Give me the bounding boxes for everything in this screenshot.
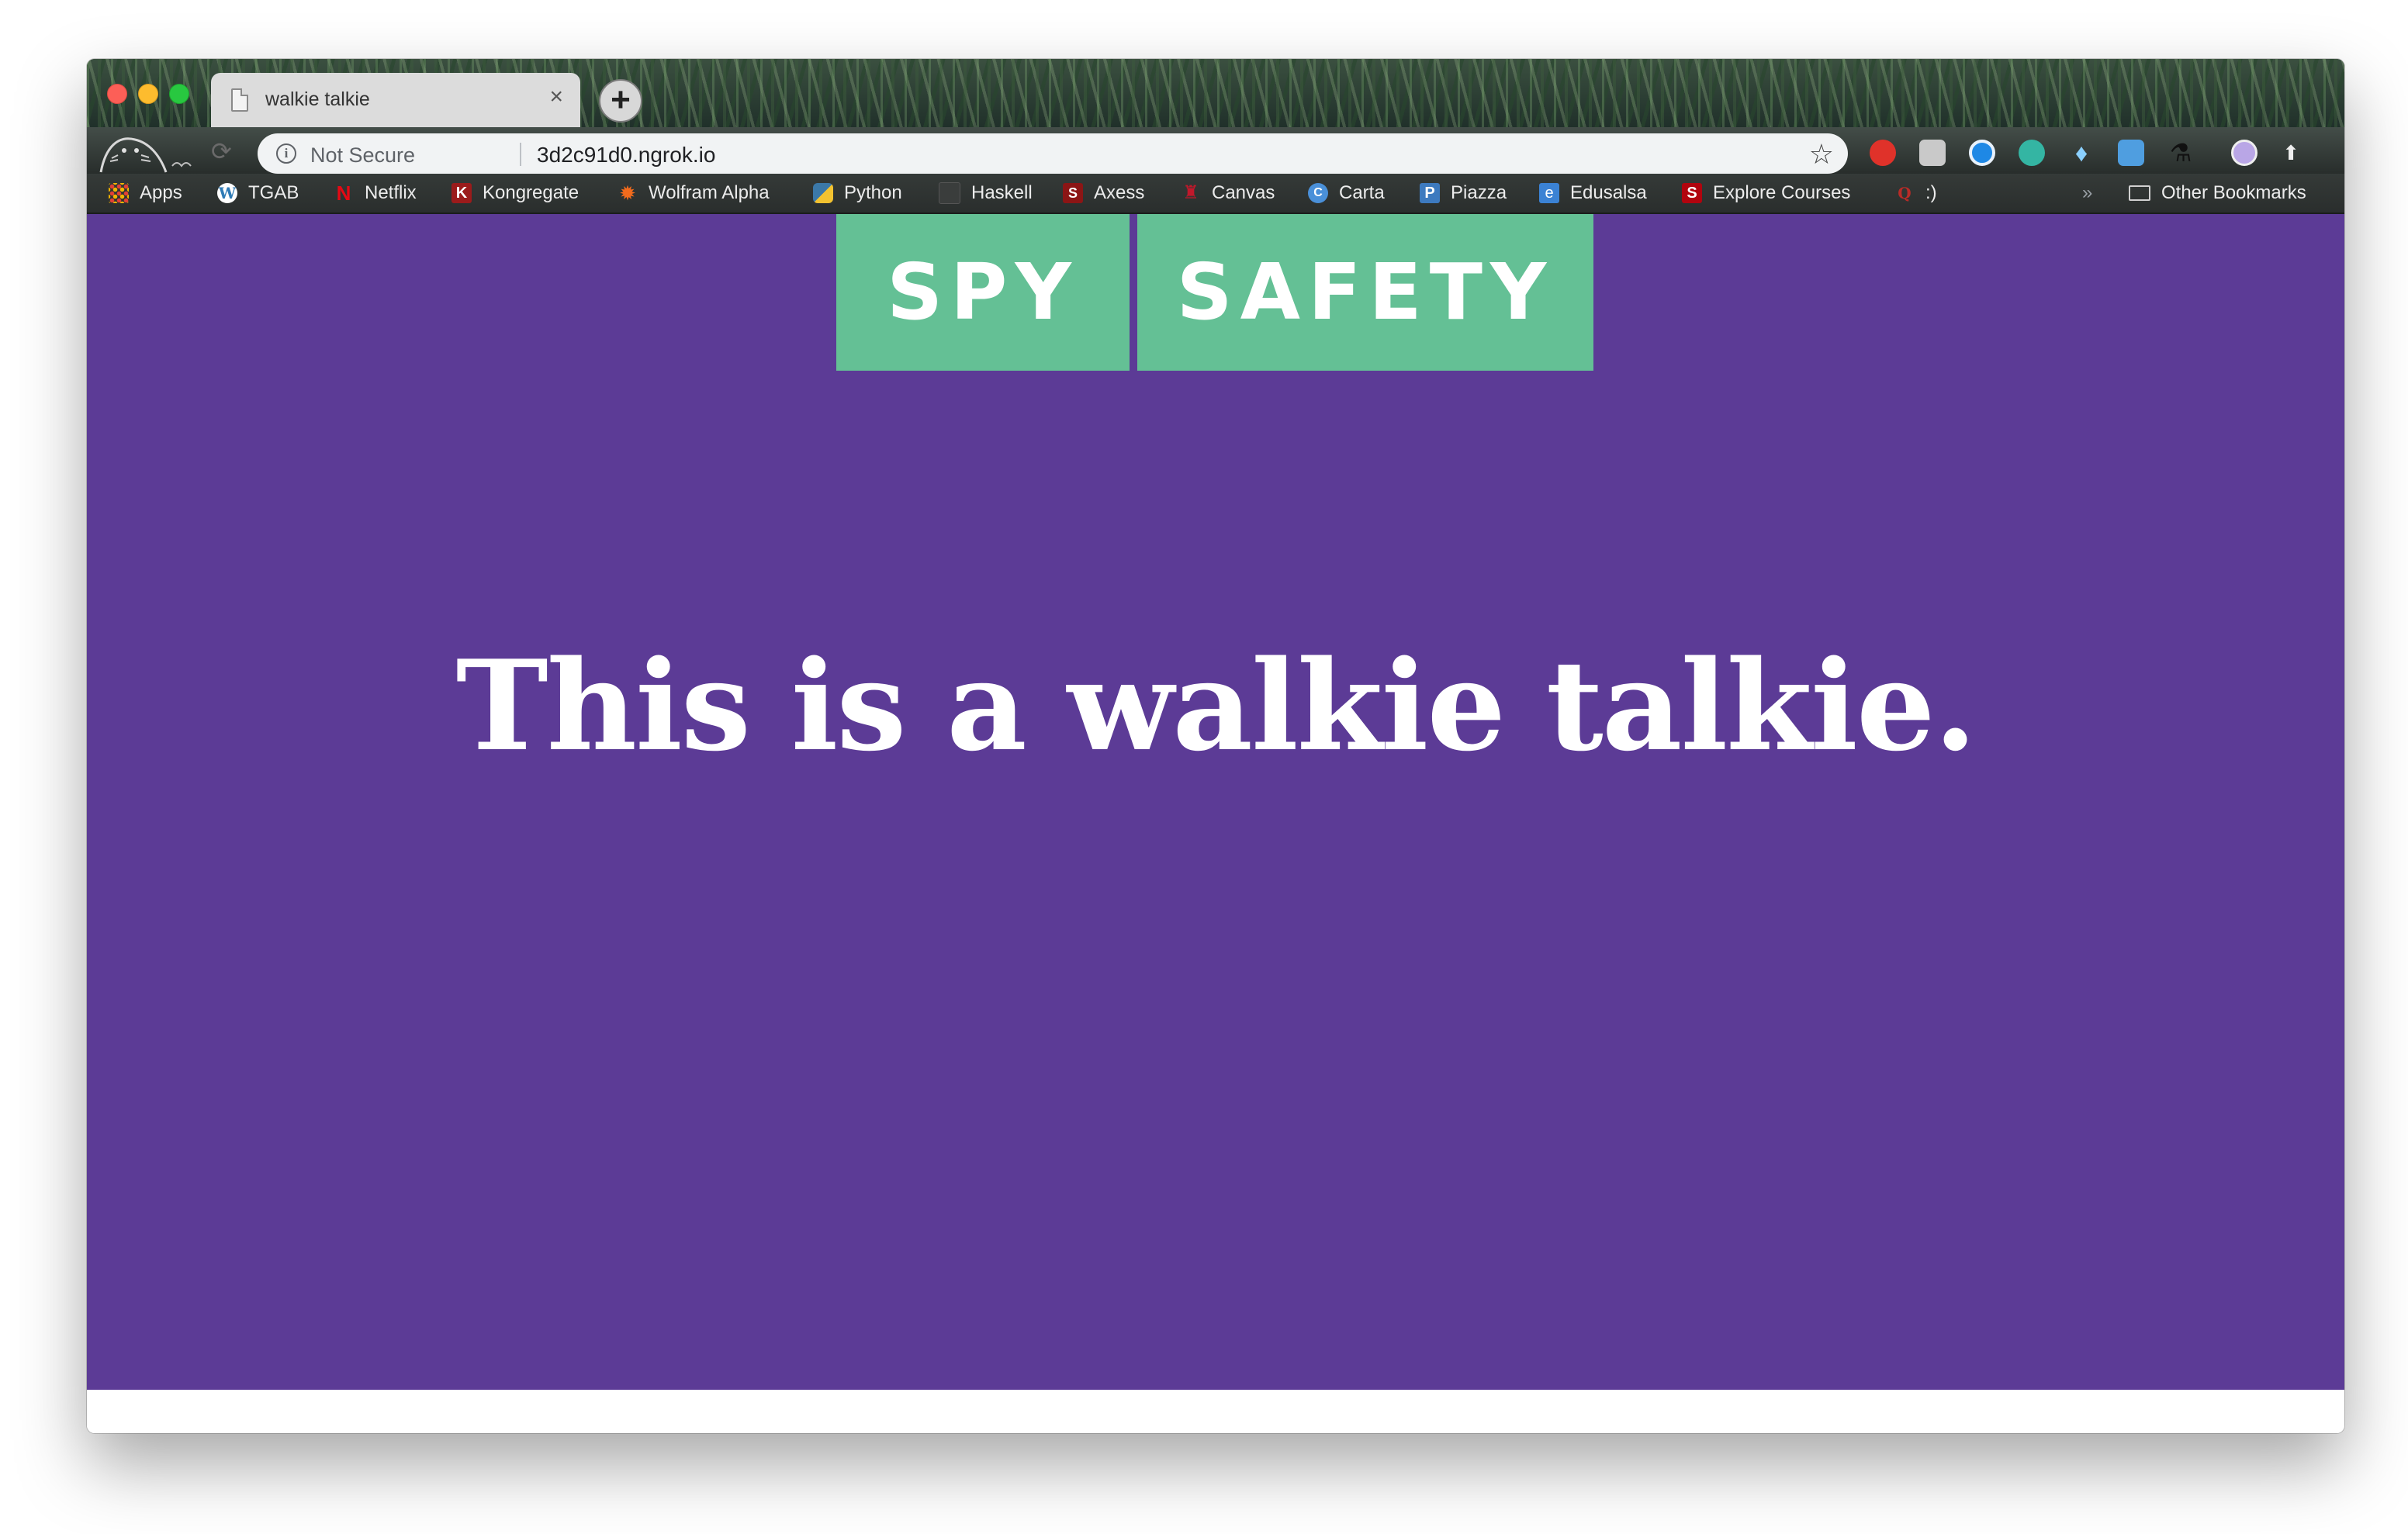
address-bar[interactable]: i Not Secure 3d2c91d0.ngrok.io ☆ [258,133,1848,174]
bookmark-label: Other Bookmarks [2161,182,2306,203]
quora-icon: Q [1898,184,1912,202]
bookmark-label: Kongregate [483,182,580,203]
bookmark-explore-courses[interactable]: S Explore Courses [1682,181,1850,205]
page-headline: This is a walkie talkie. [455,633,1977,779]
tab-strip: walkie talkie × + [87,59,2344,127]
diamond-extension-icon[interactable]: ♦ [2068,140,2095,166]
apps-grid-icon [109,183,129,203]
close-window-button[interactable] [107,84,127,104]
tab-close-icon[interactable]: × [549,85,563,109]
bookmark-smile[interactable]: Q :) [1894,181,1937,205]
bookmarks-bar: Apps W TGAB N Netflix K Kongregate ✹ Wol… [87,174,2344,214]
bookmark-tgab[interactable]: W TGAB [217,181,299,205]
toolbar: ⟳ i Not Secure 3d2c91d0.ngrok.io ☆ ♦ ⚗ ⬆ [87,127,2344,174]
bookmark-label: Axess [1094,182,1145,203]
bookmark-label: Canvas [1212,182,1275,203]
axess-icon: S [1063,183,1083,203]
bookmark-kongregate[interactable]: K Kongregate [452,181,579,205]
bookmarks-overflow-button[interactable]: » [2082,181,2092,205]
bookmark-apps[interactable]: Apps [109,181,182,205]
page-content: SPY SAFETY This is a walkie talkie. [87,214,2344,1390]
spy-button[interactable]: SPY [836,214,1130,371]
tab-walkie-talkie[interactable]: walkie talkie × [211,73,580,127]
bookmark-star-icon[interactable]: ☆ [1809,138,1834,171]
other-bookmarks-folder[interactable]: Other Bookmarks [2129,181,2306,205]
page-footer-strip [87,1390,2344,1433]
minimize-window-button[interactable] [138,84,158,104]
maximize-window-button[interactable] [169,84,189,104]
bookmark-label: Apps [140,182,182,203]
bookmark-axess[interactable]: S Axess [1063,181,1144,205]
download-extension-icon[interactable] [2118,140,2144,166]
kongregate-icon: K [452,183,472,203]
bookmark-label: Edusalsa [1570,182,1647,203]
folder-icon [2129,185,2150,201]
bookmark-wolfram-alpha[interactable]: ✹ Wolfram Alpha [618,181,770,205]
security-label[interactable]: Not Secure [310,143,415,168]
python-icon [813,183,833,203]
stanford-icon: S [1682,183,1702,203]
piazza-icon: P [1420,183,1440,203]
netflix-icon: N [336,181,351,205]
bookmark-carta[interactable]: C Carta [1308,181,1385,205]
bookmark-piazza[interactable]: P Piazza [1420,181,1507,205]
reload-icon[interactable]: ⟳ [211,136,232,166]
bookmark-label: Carta [1339,182,1385,203]
safety-button[interactable]: SAFETY [1137,214,1593,371]
bookmark-label: Haskell [971,182,1033,203]
bookmark-label: Python [844,182,902,203]
upload-extension-icon[interactable]: ⬆ [2278,140,2304,166]
bookmark-label: Netflix [365,182,417,203]
info-icon[interactable]: i [276,143,296,164]
wordpress-icon: W [217,183,237,203]
bookmark-python[interactable]: Python [813,181,902,205]
wolfram-icon: ✹ [619,181,636,205]
flask-extension-icon[interactable]: ⚗ [2168,140,2194,166]
carta-icon: C [1308,183,1328,203]
eye-extension-icon[interactable] [1969,140,1995,166]
bookmark-label: :) [1925,182,1937,203]
edusalsa-icon: e [1539,183,1559,203]
page-icon [231,88,248,112]
canvas-icon: ♜ [1182,182,1199,203]
bookmark-label: Wolfram Alpha [649,182,770,203]
profile-avatar[interactable] [2231,140,2258,166]
mercury-extension-icon[interactable] [2019,140,2045,166]
translate-extension-icon[interactable] [1919,140,1946,166]
bookmark-netflix[interactable]: N Netflix [334,181,417,205]
new-tab-button[interactable]: + [599,79,642,123]
bookmark-haskell[interactable]: Haskell [939,181,1033,205]
adblock-extension-icon[interactable] [1870,140,1896,166]
bookmark-canvas[interactable]: ♜ Canvas [1181,181,1275,205]
url-text[interactable]: 3d2c91d0.ngrok.io [537,143,715,168]
tab-title: walkie talkie [265,88,370,110]
bookmark-label: TGAB [248,182,299,203]
bookmark-edusalsa[interactable]: e Edusalsa [1539,181,1647,205]
bookmark-label: Explore Courses [1713,182,1851,203]
browser-window: walkie talkie × + ⟳ i Not Secure 3d2c91d… [87,59,2344,1433]
divider [520,143,521,166]
bookmark-label: Piazza [1451,182,1507,203]
overflow-chevron-icon: » [2082,182,2093,203]
page-icon [939,182,960,204]
totoro-theme-icon [99,137,192,173]
